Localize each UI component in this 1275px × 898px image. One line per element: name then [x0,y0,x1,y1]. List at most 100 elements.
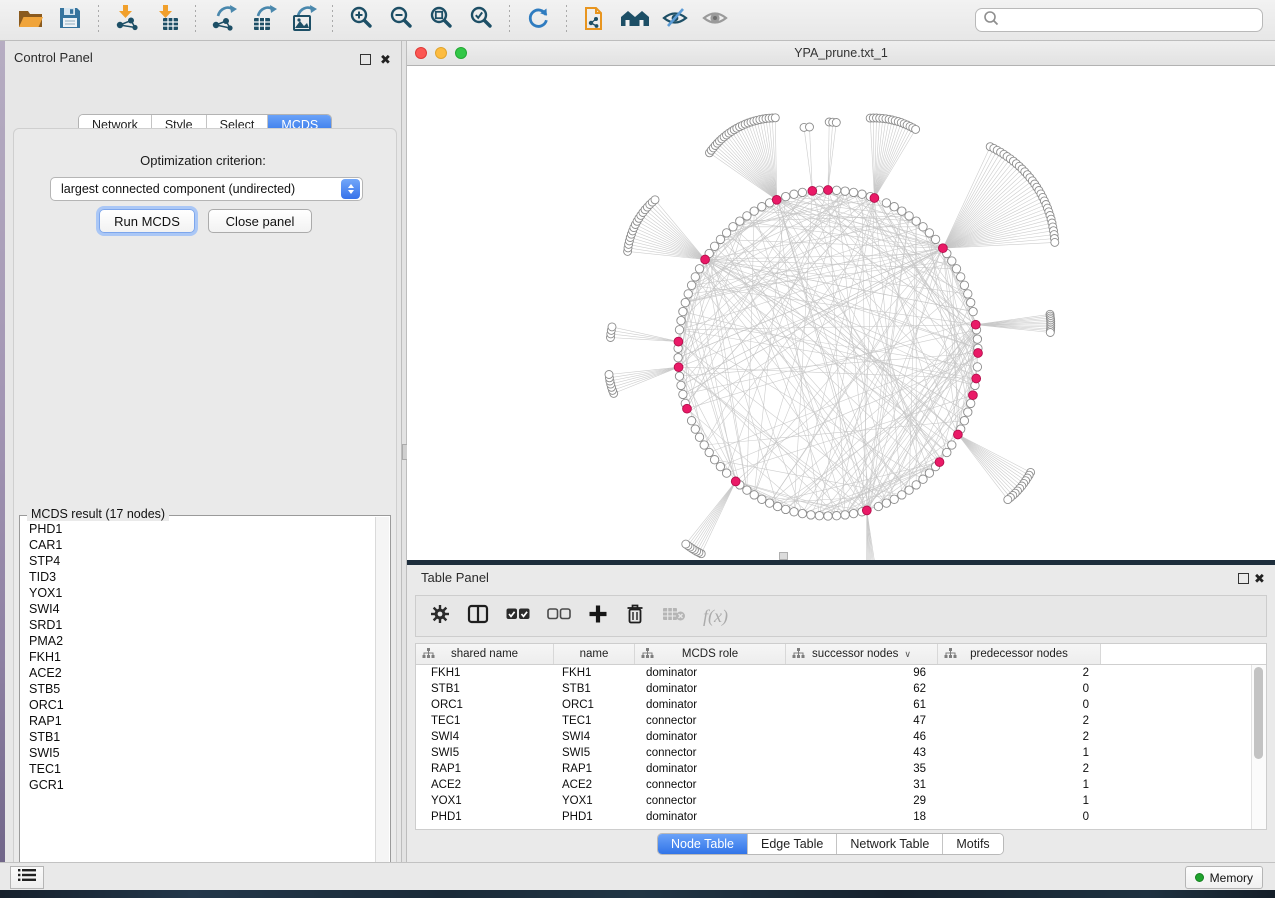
network-node[interactable] [919,223,927,231]
network-node[interactable] [679,307,687,315]
mcds-hub-node[interactable] [683,404,692,413]
network-node[interactable] [710,456,718,464]
network-node[interactable] [716,235,724,243]
network-graph[interactable] [407,66,1275,560]
network-node[interactable] [687,281,695,289]
mcds-hub-node[interactable] [870,194,879,203]
table-cell[interactable]: STB1 [554,683,635,695]
network-node[interactable] [807,511,815,519]
network-leaf-node[interactable] [651,196,659,204]
result-item[interactable]: CAR1 [20,537,376,553]
memory-button[interactable]: Memory [1185,866,1263,889]
table-cell[interactable]: 0 [938,811,1101,823]
network-leaf-node[interactable] [1046,329,1054,337]
export-network-button[interactable] [207,4,241,36]
network-node[interactable] [736,217,744,225]
network-node[interactable] [948,441,956,449]
result-item[interactable]: TEC1 [20,761,376,777]
network-leaf-node[interactable] [912,125,920,133]
table-settings-button[interactable] [430,604,450,629]
network-node[interactable] [858,190,866,198]
network-node[interactable] [758,203,766,211]
network-node[interactable] [790,190,798,198]
zoom-selected-button[interactable] [464,4,498,36]
mcds-hub-node[interactable] [731,477,740,486]
mcds-hub-node[interactable] [972,374,981,383]
network-node[interactable] [710,242,718,250]
result-item[interactable]: YOX1 [20,585,376,601]
show-column-panel-button[interactable] [467,604,489,629]
column-header-successor-nodes[interactable]: successor nodes∨ [786,644,938,664]
mcds-hub-node[interactable] [674,337,683,346]
network-node[interactable] [960,281,968,289]
network-node[interactable] [841,511,849,519]
mcds-hub-node[interactable] [772,195,781,204]
close-table-panel-icon[interactable]: ✖ [1254,570,1265,588]
network-node[interactable] [925,229,933,237]
table-cell[interactable]: ACE2 [554,779,635,791]
refresh-button[interactable] [521,4,555,36]
result-scrollbar[interactable] [375,517,389,877]
result-item[interactable]: ACE2 [20,665,376,681]
result-item[interactable]: SWI4 [20,601,376,617]
table-cell[interactable]: connector [635,747,786,759]
run-mcds-button[interactable]: Run MCDS [99,209,195,233]
network-node[interactable] [948,257,956,265]
table-cell[interactable]: 29 [786,795,938,807]
network-node[interactable] [964,290,972,298]
mcds-hub-node[interactable] [824,186,833,195]
tab-network-table[interactable]: Network Table [837,834,943,854]
table-row[interactable]: STB1STB1dominator620 [416,681,1266,697]
table-row[interactable]: ACE2ACE2connector311 [416,777,1266,793]
table-row[interactable]: TEC1TEC1connector472 [416,713,1266,729]
table-cell[interactable]: 61 [786,699,938,711]
export-document-button[interactable] [578,4,612,36]
mcds-hub-node[interactable] [954,430,963,439]
network-node[interactable] [912,217,920,225]
network-leaf-node[interactable] [806,123,814,131]
network-node[interactable] [674,354,682,362]
table-cell[interactable]: RAP1 [416,763,554,775]
table-cell[interactable]: 1 [938,795,1101,807]
result-item[interactable]: RAP1 [20,713,376,729]
import-network-button[interactable] [110,4,144,36]
save-session-button[interactable] [53,4,87,36]
table-cell[interactable]: TEC1 [554,715,635,727]
network-node[interactable] [758,495,766,503]
delete-column-button[interactable] [625,603,645,629]
table-cell[interactable]: 2 [938,667,1101,679]
result-item[interactable]: SRD1 [20,617,376,633]
table-cell[interactable]: ORC1 [554,699,635,711]
close-panel-button[interactable]: Close panel [208,209,312,233]
table-cell[interactable]: connector [635,715,786,727]
table-scrollbar-thumb[interactable] [1254,667,1263,759]
table-cell[interactable]: 0 [938,699,1101,711]
create-column-button[interactable] [588,604,608,629]
network-node[interactable] [798,188,806,196]
network-node[interactable] [722,469,730,477]
network-node[interactable] [679,390,687,398]
network-node[interactable] [743,486,751,494]
result-item[interactable]: SWI5 [20,745,376,761]
network-node[interactable] [691,425,699,433]
network-node[interactable] [890,495,898,503]
network-node[interactable] [691,273,699,281]
result-item[interactable]: FKH1 [20,649,376,665]
mcds-hub-node[interactable] [971,320,980,329]
network-node[interactable] [849,188,857,196]
network-node[interactable] [967,298,975,306]
table-cell[interactable]: 62 [786,683,938,695]
network-node[interactable] [750,207,758,215]
network-node[interactable] [874,502,882,510]
network-node[interactable] [765,499,773,507]
network-node[interactable] [681,298,689,306]
table-cell[interactable]: connector [635,779,786,791]
table-cell[interactable]: 2 [938,715,1101,727]
network-node[interactable] [782,505,790,513]
mcds-hub-node[interactable] [969,391,978,400]
search-field[interactable] [975,8,1263,32]
table-cell[interactable]: RAP1 [554,763,635,775]
network-node[interactable] [798,509,806,517]
network-node[interactable] [716,462,724,470]
network-node[interactable] [849,509,857,517]
